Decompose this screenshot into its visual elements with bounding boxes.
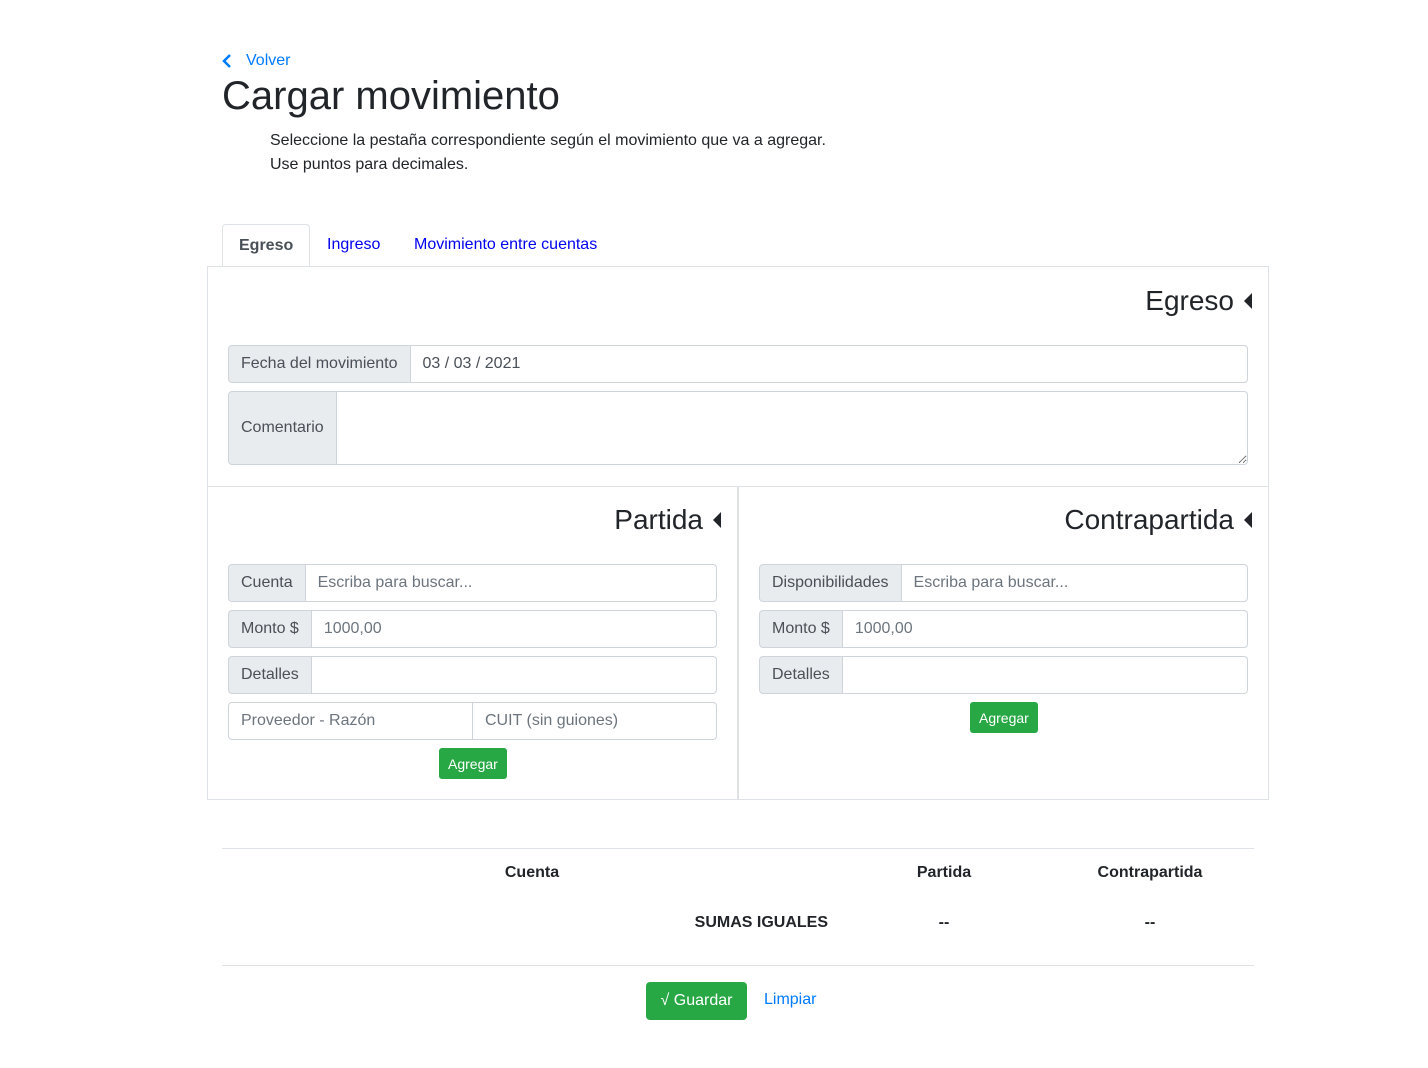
- monto-label: Monto $: [228, 610, 312, 648]
- sumas-iguales-label: SUMAS IGUALES: [694, 914, 828, 931]
- contra-monto-group: Monto $: [759, 610, 1248, 648]
- save-button[interactable]: √ Guardar: [646, 982, 747, 1020]
- header-contrapartida: Contrapartida: [1097, 864, 1203, 881]
- detalles-label: Detalles: [228, 656, 312, 694]
- chevron-left-icon: [222, 54, 231, 68]
- tab-ingreso[interactable]: Ingreso: [311, 224, 396, 266]
- contrapartida-title[interactable]: Contrapartida: [1064, 503, 1252, 537]
- instruction-line: Use puntos para decimales.: [270, 156, 469, 173]
- tab-movimiento-entre-cuentas[interactable]: Movimiento entre cuentas: [398, 224, 613, 266]
- detalles-group: Detalles: [228, 656, 717, 694]
- caret-left-icon: [1244, 512, 1252, 528]
- partida-title[interactable]: Partida: [614, 503, 721, 537]
- tab-egreso[interactable]: Egreso: [222, 224, 311, 267]
- header-partida: Partida: [916, 864, 972, 881]
- comentario-textarea[interactable]: [336, 391, 1248, 465]
- monto-group: Monto $: [228, 610, 717, 648]
- disponibilidades-label: Disponibilidades: [759, 564, 902, 602]
- contra-monto-input[interactable]: [842, 610, 1248, 648]
- fecha-input[interactable]: [410, 345, 1248, 383]
- fecha-label: Fecha del movimiento: [228, 345, 411, 383]
- instruction-line: Seleccione la pestaña correspondiente se…: [270, 132, 826, 149]
- cuenta-label: Cuenta: [228, 564, 306, 602]
- detalles-input[interactable]: [311, 656, 717, 694]
- partida-total: --: [938, 914, 950, 931]
- caret-left-icon: [1244, 293, 1252, 309]
- proveedor-group: [228, 702, 717, 740]
- instructions: Seleccione la pestaña correspondiente se…: [270, 129, 826, 177]
- contra-detalles-label: Detalles: [759, 656, 843, 694]
- egreso-panel: Egreso Fecha del movimiento Comentario: [207, 266, 1269, 487]
- contrapartida-panel: Contrapartida Disponibilidades Monto $ D…: [738, 486, 1269, 800]
- page-title: Cargar movimiento: [222, 74, 560, 118]
- egreso-title[interactable]: Egreso: [1145, 284, 1252, 318]
- cuenta-input[interactable]: [305, 564, 717, 602]
- contrapartida-total: --: [1144, 914, 1156, 931]
- back-link[interactable]: Volver: [222, 50, 290, 72]
- contra-detalles-group: Detalles: [759, 656, 1248, 694]
- contra-monto-label: Monto $: [759, 610, 843, 648]
- disponibilidades-group: Disponibilidades: [759, 564, 1248, 602]
- fecha-group: Fecha del movimiento: [228, 345, 1248, 383]
- back-label: Volver: [246, 52, 291, 69]
- header-cuenta: Cuenta: [504, 864, 560, 881]
- cuit-input[interactable]: [473, 702, 717, 740]
- comentario-label: Comentario: [228, 391, 337, 465]
- summary-table: [222, 848, 1254, 849]
- caret-left-icon: [713, 512, 721, 528]
- monto-input[interactable]: [311, 610, 717, 648]
- comentario-group: Comentario: [228, 391, 1248, 465]
- contra-detalles-input[interactable]: [842, 656, 1248, 694]
- cuenta-group: Cuenta: [228, 564, 717, 602]
- proveedor-input[interactable]: [228, 702, 473, 740]
- divider: [222, 965, 1254, 966]
- tab-bar: Egreso Ingreso Movimiento entre cuentas: [222, 224, 1254, 267]
- contrapartida-add-button[interactable]: Agregar: [970, 702, 1038, 733]
- disponibilidades-input[interactable]: [901, 564, 1248, 602]
- partida-add-button[interactable]: Agregar: [439, 748, 507, 779]
- clear-link[interactable]: Limpiar: [764, 991, 816, 1009]
- partida-panel: Partida Cuenta Monto $ Detalles Agregar: [207, 486, 738, 800]
